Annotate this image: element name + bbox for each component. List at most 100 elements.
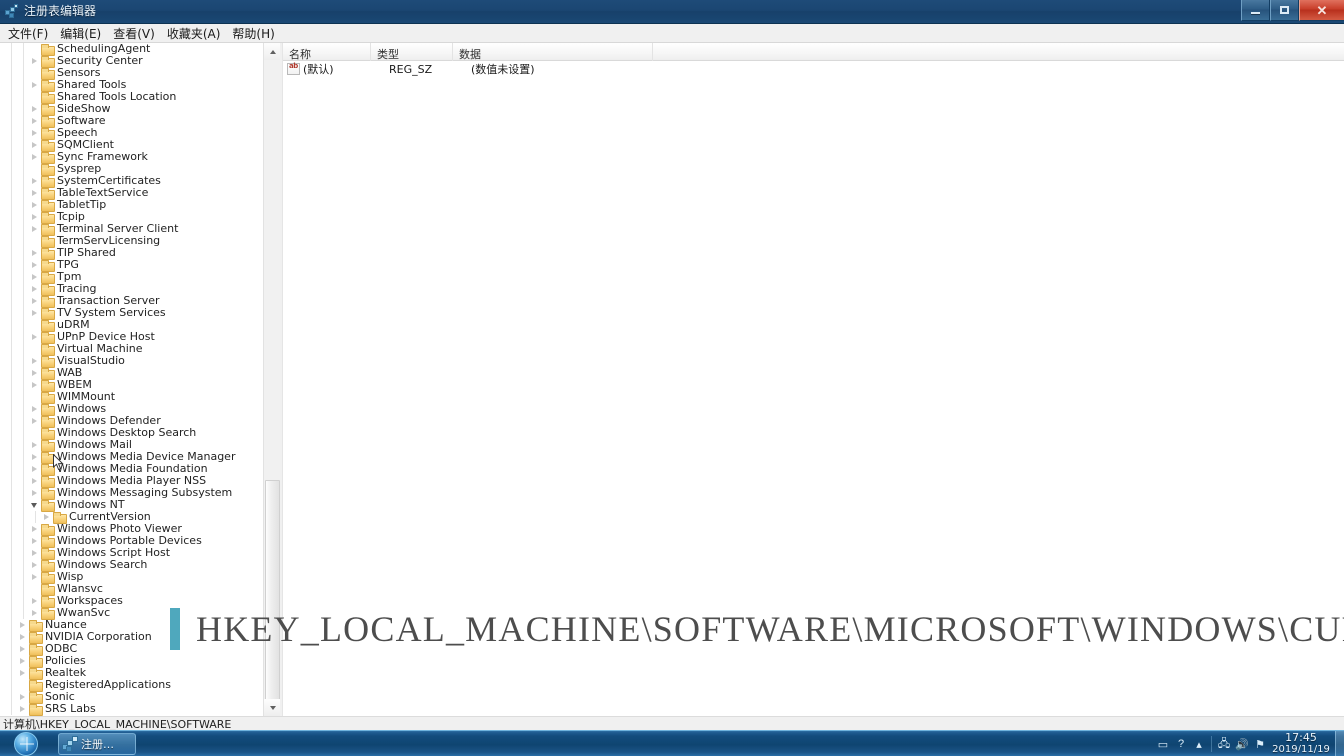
tree-item[interactable]: Policies: [0, 655, 263, 668]
tree-expand-arrow-icon[interactable]: [29, 223, 41, 235]
tree-expand-arrow-icon[interactable]: [29, 571, 41, 583]
registry-values-pane[interactable]: 名称 类型 数据 (默认) REG_SZ (数值未设置): [282, 43, 1344, 716]
tree-item[interactable]: Sync Framework: [0, 151, 263, 164]
tree-expand-arrow-icon[interactable]: [41, 511, 53, 523]
tree-expand-arrow-icon[interactable]: [17, 691, 29, 703]
tree-item[interactable]: TIP Shared: [0, 247, 263, 260]
tree-item[interactable]: Wlansvc: [0, 583, 263, 596]
tree-expand-arrow-icon[interactable]: [29, 451, 41, 463]
start-button[interactable]: [2, 731, 50, 756]
menu-file[interactable]: 文件(F): [2, 23, 54, 44]
tree-item[interactable]: SRS Labs: [0, 703, 263, 716]
tree-item[interactable]: WBEM: [0, 379, 263, 392]
tree-expand-arrow-icon[interactable]: [29, 439, 41, 451]
tree-item[interactable]: Virtual Machine: [0, 343, 263, 356]
tree-item[interactable]: Windows Search: [0, 559, 263, 572]
tree-item[interactable]: Speech: [0, 127, 263, 140]
tree-expand-arrow-icon[interactable]: [29, 115, 41, 127]
tree-expand-arrow-icon[interactable]: [29, 283, 41, 295]
tree-item[interactable]: WAB: [0, 367, 263, 380]
menu-edit[interactable]: 编辑(E): [54, 23, 107, 44]
tree-expand-arrow-icon[interactable]: [29, 247, 41, 259]
show-desktop-button[interactable]: [1335, 731, 1344, 756]
taskbar-clock[interactable]: 17:45 2019/11/19: [1269, 732, 1333, 756]
tree-expand-arrow-icon[interactable]: [29, 463, 41, 475]
tree-vertical-scrollbar[interactable]: [263, 43, 281, 716]
tree-item[interactable]: Sonic: [0, 691, 263, 704]
column-name[interactable]: 名称: [283, 43, 371, 61]
scroll-down-button[interactable]: [264, 699, 281, 716]
tree-expand-arrow-icon[interactable]: [29, 55, 41, 67]
tree-collapse-arrow-icon[interactable]: [29, 499, 41, 511]
tree-expand-arrow-icon[interactable]: [17, 667, 29, 679]
tree-expand-arrow-icon[interactable]: [29, 559, 41, 571]
tree-expand-arrow-icon[interactable]: [29, 547, 41, 559]
tree-item[interactable]: SideShow: [0, 103, 263, 116]
table-row[interactable]: (默认) REG_SZ (数值未设置): [283, 61, 1344, 77]
tree-item[interactable]: WwanSvc: [0, 607, 263, 620]
tree-expand-arrow-icon[interactable]: [17, 631, 29, 643]
tree-item[interactable]: VisualStudio: [0, 355, 263, 368]
tree-item[interactable]: TV System Services: [0, 307, 263, 320]
tree-expand-arrow-icon[interactable]: [29, 403, 41, 415]
taskbar-button-regedit[interactable]: 注册…: [58, 733, 136, 755]
menu-view[interactable]: 查看(V): [107, 23, 161, 44]
tree-expand-arrow-icon[interactable]: [29, 307, 41, 319]
column-data[interactable]: 数据: [453, 43, 653, 61]
tree-expand-arrow-icon[interactable]: [29, 475, 41, 487]
tree-expand-arrow-icon[interactable]: [17, 655, 29, 667]
tree-expand-arrow-icon[interactable]: [29, 379, 41, 391]
tree-item[interactable]: NVIDIA Corporation: [0, 631, 263, 644]
tree-item[interactable]: ODBC: [0, 643, 263, 656]
tree-item[interactable]: TabletTip: [0, 199, 263, 212]
tree-expand-arrow-icon[interactable]: [17, 619, 29, 631]
tree-expand-arrow-icon[interactable]: [29, 415, 41, 427]
tree-item[interactable]: Sensors: [0, 67, 263, 80]
tree-expand-arrow-icon[interactable]: [29, 295, 41, 307]
tree-item[interactable]: Wisp: [0, 571, 263, 584]
tree-item[interactable]: TableTextService: [0, 187, 263, 200]
menu-favorites[interactable]: 收藏夹(A): [161, 23, 227, 44]
menu-help[interactable]: 帮助(H): [226, 23, 280, 44]
tree-expand-arrow-icon[interactable]: [29, 523, 41, 535]
tree-item[interactable]: RegisteredApplications: [0, 679, 263, 692]
tree-expand-arrow-icon[interactable]: [29, 367, 41, 379]
tree-expand-arrow-icon[interactable]: [29, 199, 41, 211]
tree-expand-arrow-icon[interactable]: [29, 487, 41, 499]
close-button[interactable]: ✕: [1299, 0, 1344, 21]
tree-expand-arrow-icon[interactable]: [29, 175, 41, 187]
tree-expand-arrow-icon[interactable]: [17, 703, 29, 715]
tree-item[interactable]: Security Center: [0, 55, 263, 68]
tree-expand-arrow-icon[interactable]: [29, 79, 41, 91]
scrollbar-thumb[interactable]: [265, 480, 280, 703]
column-type[interactable]: 类型: [371, 43, 453, 61]
tree-item[interactable]: Software: [0, 115, 263, 128]
maximize-button[interactable]: [1270, 0, 1299, 21]
tree-expand-arrow-icon[interactable]: [29, 103, 41, 115]
tree-item[interactable]: TPG: [0, 259, 263, 272]
action-center-icon[interactable]: ⚑: [1251, 731, 1269, 756]
tree-item[interactable]: WIMMount: [0, 391, 263, 404]
volume-icon[interactable]: 🔊: [1233, 731, 1251, 756]
registry-tree-pane[interactable]: SchedulingAgent Security Center Sensors Sha…: [0, 43, 263, 716]
keyboard-icon[interactable]: ▭: [1154, 731, 1172, 756]
tree-expand-arrow-icon[interactable]: [29, 211, 41, 223]
tree-item[interactable]: Shared Tools Location: [0, 91, 263, 104]
tree-expand-arrow-icon[interactable]: [29, 331, 41, 343]
tree-expand-arrow-icon[interactable]: [29, 595, 41, 607]
tree-expand-arrow-icon[interactable]: [17, 643, 29, 655]
tree-item[interactable]: TermServLicensing: [0, 235, 263, 248]
tree-item[interactable]: Tpm: [0, 271, 263, 284]
tree-expand-arrow-icon[interactable]: [29, 607, 41, 619]
tree-item[interactable]: Windows Messaging Subsystem: [0, 487, 263, 500]
tree-expand-arrow-icon[interactable]: [29, 151, 41, 163]
tree-item[interactable]: Workspaces: [0, 595, 263, 608]
minimize-button[interactable]: [1241, 0, 1270, 21]
tree-expand-arrow-icon[interactable]: [29, 271, 41, 283]
tree-expand-arrow-icon[interactable]: [29, 187, 41, 199]
tree-expand-arrow-icon[interactable]: [29, 535, 41, 547]
tree-expand-arrow-icon[interactable]: [29, 355, 41, 367]
scroll-up-button[interactable]: [264, 43, 281, 60]
tree-expand-arrow-icon[interactable]: [29, 259, 41, 271]
tree-expand-arrow-icon[interactable]: [29, 139, 41, 151]
